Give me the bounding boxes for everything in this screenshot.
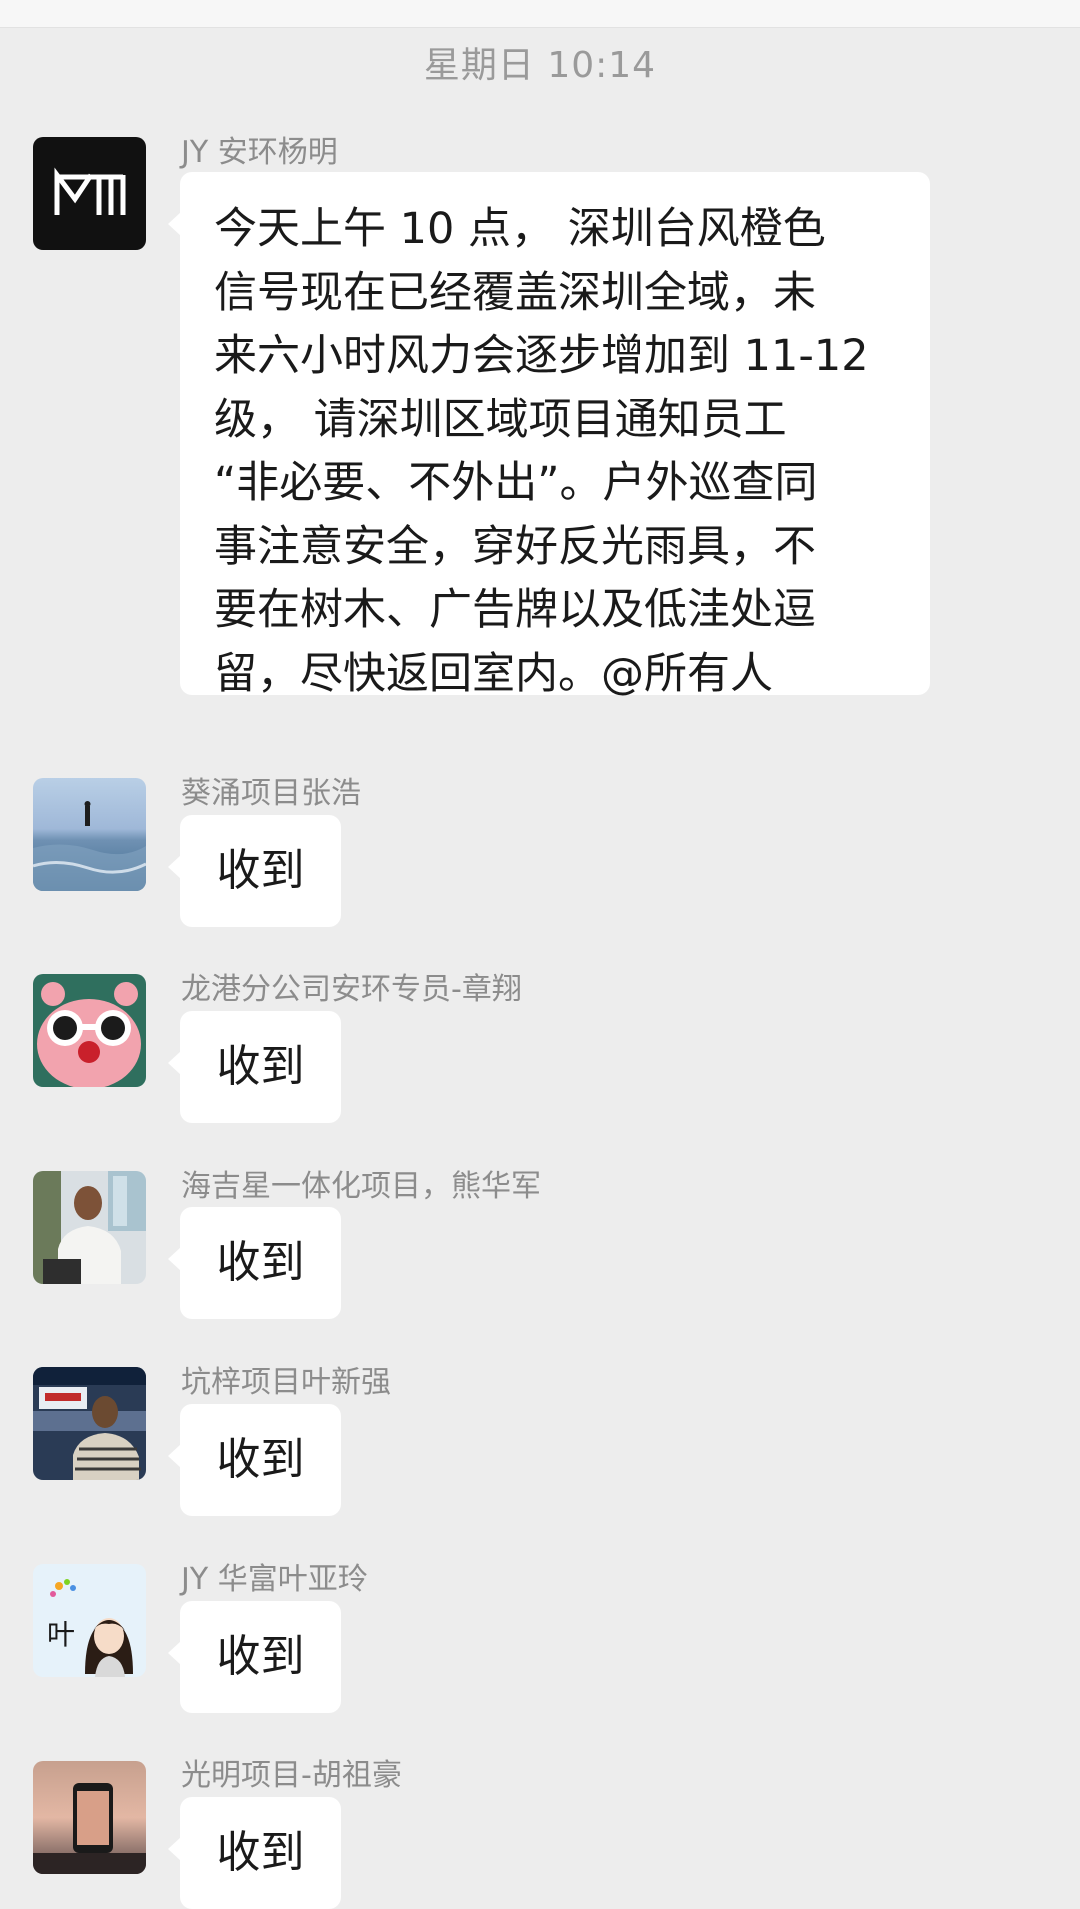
sender-name: JY 安环杨明 xyxy=(181,135,338,170)
avatar-sender-5[interactable]: 叶 xyxy=(33,1564,146,1677)
cartoon-girl-icon: 叶 xyxy=(33,1564,146,1677)
man-portrait-photo-icon xyxy=(33,1171,146,1284)
message-line: 要在树木、广告牌以及低洼处逗 xyxy=(214,585,816,635)
message-line: 来六小时风力会逐步增加到 11-12 xyxy=(214,331,869,381)
avatar-sender-2[interactable] xyxy=(33,974,146,1087)
sender-name: 葵涌项目张浩 xyxy=(181,776,361,811)
message-bubble[interactable]: 收到 xyxy=(168,815,341,927)
pink-character-sunglasses-icon xyxy=(33,974,146,1087)
message-bubble[interactable]: 今天上午 10 点， 深圳台风橙色 信号现在已经覆盖深圳全域，未 来六小时风力会… xyxy=(168,172,930,699)
m-logo-icon xyxy=(33,137,146,250)
chat-timestamp: 星期日 10:14 xyxy=(423,45,657,86)
sender-name: 海吉星一体化项目，熊华军 xyxy=(181,1169,541,1204)
beach-photo-icon xyxy=(33,778,146,891)
avatar-sender-6[interactable] xyxy=(33,1761,146,1874)
avatar-sender-3[interactable] xyxy=(33,1171,146,1284)
message-bubble[interactable]: 收到 xyxy=(168,1207,341,1319)
message-bubble[interactable]: 收到 xyxy=(168,1011,341,1123)
avatar-sender-0[interactable] xyxy=(33,137,146,250)
avatar-initial-text: 叶 xyxy=(47,1618,75,1651)
message-line: 信号现在已经覆盖深圳全域，未 xyxy=(214,267,816,318)
message-bubble[interactable]: 收到 xyxy=(168,1797,341,1909)
sender-name: 坑梓项目叶新强 xyxy=(181,1365,391,1400)
man-storefront-photo-icon xyxy=(33,1367,146,1480)
message-bubble[interactable]: 收到 xyxy=(168,1601,341,1713)
sender-name: JY 华富叶亚玲 xyxy=(181,1562,368,1597)
sender-name: 龙港分公司安环专员-章翔 xyxy=(181,972,522,1007)
message-line: 级， 请深圳区域项目通知员工 xyxy=(214,394,787,445)
sunset-phone-photo-icon xyxy=(33,1761,146,1874)
message-line: 今天上午 10 点， 深圳台风橙色 xyxy=(214,204,826,254)
message-line: 事注意安全，穿好反光雨具，不 xyxy=(214,521,816,572)
message-line: 留，尽快返回室内。@所有人 xyxy=(214,648,773,699)
top-edge-strip xyxy=(0,0,1080,28)
sender-name: 光明项目-胡祖豪 xyxy=(181,1758,402,1793)
avatar-sender-4[interactable] xyxy=(33,1367,146,1480)
message-bubble[interactable]: 收到 xyxy=(168,1404,341,1516)
message-line: “非必要、不外出”。户外巡查同 xyxy=(214,458,818,508)
avatar-sender-1[interactable] xyxy=(33,778,146,891)
